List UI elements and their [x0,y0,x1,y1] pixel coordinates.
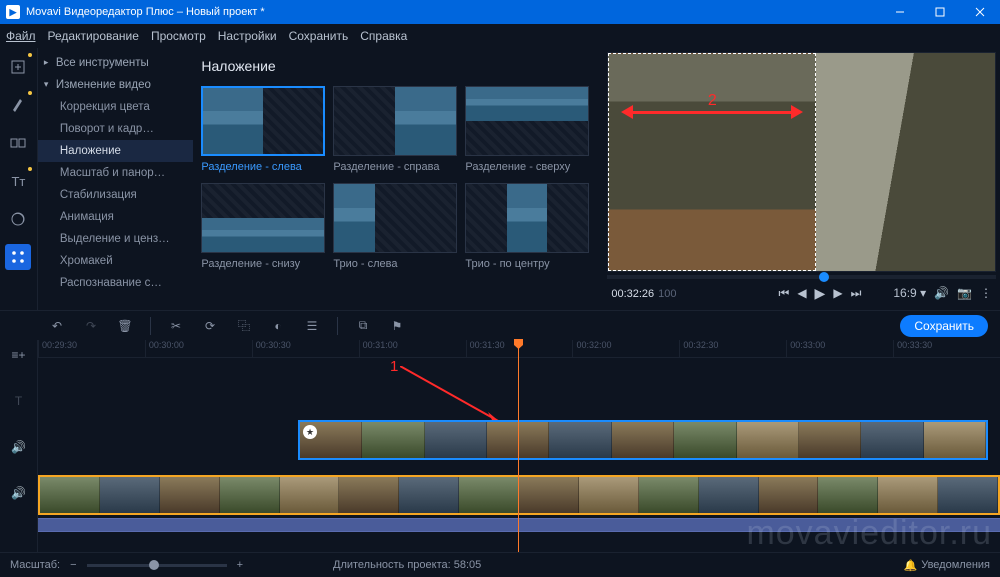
maximize-button[interactable] [920,0,960,24]
zoom-out-icon[interactable]: − [70,559,76,571]
color-icon[interactable]: ◐ [269,317,287,335]
sidebar-all-tools[interactable]: Все инструменты [38,52,193,74]
sidebar-item-animation[interactable]: Анимация [38,206,193,228]
menu-file[interactable]: Файл [6,29,36,43]
pip-clip[interactable]: ★ [298,420,988,460]
redo-icon[interactable]: ↷ [82,317,100,335]
video-track[interactable] [38,475,1000,515]
volume-icon[interactable]: 🔊 [934,286,949,300]
settings-dots-icon[interactable]: ⋮ [980,286,992,300]
duration-label: Длительность проекта: 58:05 [333,559,481,571]
menu-edit[interactable]: Редактирование [48,29,139,43]
status-bar: Масштаб: − + Длительность проекта: 58:05… [0,552,1000,577]
cut-icon[interactable]: ✂ [167,317,185,335]
sidebar: Все инструменты Изменение видео Коррекци… [38,48,193,310]
close-button[interactable] [960,0,1000,24]
record-icon[interactable]: ⧉ [354,317,372,335]
rotate-icon[interactable]: ⟳ [201,317,219,335]
sidebar-item-recognition[interactable]: Распознавание с… [38,272,193,294]
menu-bar: Файл Редактирование Просмотр Настройки С… [0,24,1000,48]
rail-titles-icon[interactable]: Tт [5,168,31,194]
sidebar-item-highlight[interactable]: Выделение и ценз… [38,228,193,250]
pip-track-icon[interactable]: 🔊 [10,438,28,456]
preview-scrubber[interactable] [607,275,996,279]
aspect-ratio[interactable]: 16:9 ▾ [893,286,926,300]
sidebar-item-overlay[interactable]: Наложение [38,140,193,162]
clip-fx-icon[interactable]: ★ [303,425,317,439]
marker-icon[interactable]: ⚑ [388,317,406,335]
notifications-button[interactable]: 🔔Уведомления [904,559,990,572]
timeline: ≡+ T 🔊 🔊 00:29:30 00:30:00 00:30:30 00:3… [0,340,1000,552]
app-logo-icon: ▶ [6,5,20,19]
play-icon[interactable]: ▶ [815,285,826,302]
rail-add-icon[interactable] [5,54,31,80]
video-clip[interactable] [38,475,1000,515]
save-button[interactable]: Сохранить [900,315,988,337]
preset-split-left[interactable]: Разделение - слева [201,86,325,173]
sidebar-item-zoom[interactable]: Масштаб и панор… [38,162,193,184]
rail-stickers-icon[interactable] [5,206,31,232]
preview-panel: 2 00:32:26100 ⏮ ◀ ▶ ▶ ⏭ 16:9 ▾ 🔊 📷 ⋮ [603,48,1000,310]
sidebar-item-chromakey[interactable]: Хромакей [38,250,193,272]
zoom-in-icon[interactable]: + [237,559,243,571]
preset-trio-left[interactable]: Трио - слева [333,183,457,270]
rail-effects-icon[interactable] [5,92,31,118]
text-track-icon[interactable]: T [10,392,28,410]
next-frame-icon[interactable]: ▶ [833,286,842,300]
timeline-toolbar: ↶ ↷ 🗑 ✂ ⟳ ⿻ ◐ ☰ ⧉ ⚑ Сохранить [0,310,1000,340]
title-bar: ▶ Movavi Видеоредактор Плюс – Новый прое… [0,0,1000,24]
preset-split-right[interactable]: Разделение - справа [333,86,457,173]
rail-transitions-icon[interactable] [5,130,31,156]
preset-split-top[interactable]: Разделение - сверху [465,86,589,173]
sidebar-item-rotate[interactable]: Поворот и кадр… [38,118,193,140]
prev-frame-icon[interactable]: ◀ [797,286,806,300]
window-title: Movavi Видеоредактор Плюс – Новый проект… [26,6,880,18]
playhead[interactable] [518,340,519,552]
next-clip-icon[interactable]: ⏭ [851,286,862,301]
menu-view[interactable]: Просмотр [151,29,206,43]
overlay-region[interactable]: 2 [608,53,816,271]
pip-track[interactable]: ★ [38,420,1000,460]
sidebar-group-video-edit[interactable]: Изменение видео [38,74,193,96]
delete-icon[interactable]: 🗑 [116,317,134,335]
menu-settings[interactable]: Настройки [218,29,277,43]
annotation-1: 1 [390,358,398,375]
snapshot-icon[interactable]: 📷 [957,286,972,300]
preview-canvas[interactable]: 2 [607,52,996,272]
prev-clip-icon[interactable]: ⏮ [779,286,790,301]
sidebar-item-stabilize[interactable]: Стабилизация [38,184,193,206]
sidebar-item-color[interactable]: Коррекция цвета [38,96,193,118]
add-track-icon[interactable]: ≡+ [10,346,28,364]
menu-help[interactable]: Справка [360,29,407,43]
video-track-icon[interactable]: 🔊 [10,484,28,502]
menu-save[interactable]: Сохранить [289,29,349,43]
minimize-button[interactable] [880,0,920,24]
audio-track[interactable] [38,518,1000,532]
preset-trio-center[interactable]: Трио - по центру [465,183,589,270]
zoom-label: Масштаб: [10,559,60,571]
bell-icon: 🔔 [904,559,918,572]
zoom-slider[interactable] [87,564,227,567]
preview-background [816,53,995,271]
preset-split-bottom[interactable]: Разделение - снизу [201,183,325,270]
preview-timecode: 00:32:26100 [611,287,676,300]
annotation-arrow-2: 2 [621,110,803,114]
undo-icon[interactable]: ↶ [48,317,66,335]
timeline-tracks[interactable]: 00:29:30 00:30:00 00:30:30 00:31:00 00:3… [38,340,1000,552]
left-rail: Tт [0,48,38,310]
presets-panel: Наложение Разделение - слева Разделение … [193,48,603,310]
presets-title: Наложение [201,58,589,74]
rail-more-tools-icon[interactable] [5,244,31,270]
crop-icon[interactable]: ⿻ [235,317,253,335]
adjust-icon[interactable]: ☰ [303,317,321,335]
